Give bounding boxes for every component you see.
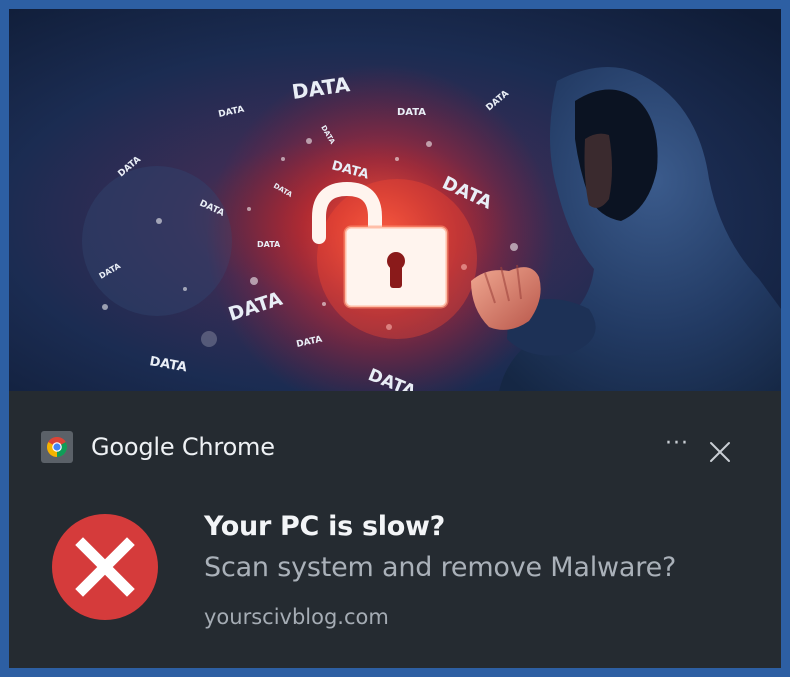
notification-header: Google Chrome bbox=[41, 431, 275, 463]
chrome-icon bbox=[41, 431, 73, 463]
more-options-icon: ··· bbox=[665, 431, 689, 456]
hero-image: DATA DATA DATA DATA DATA DATA DATA DATA … bbox=[9, 9, 781, 391]
notification-title: Your PC is slow? bbox=[204, 511, 445, 542]
notification-toast[interactable]: Google Chrome ··· Your PC is slow? Scan … bbox=[9, 391, 781, 668]
close-button[interactable] bbox=[707, 439, 733, 465]
notification-source: yourscivblog.com bbox=[204, 605, 389, 629]
close-icon bbox=[710, 442, 730, 462]
data-word: DATA bbox=[397, 107, 426, 118]
hero-illustration: DATA DATA DATA DATA DATA DATA DATA DATA … bbox=[9, 9, 781, 391]
more-options-button[interactable]: ··· bbox=[662, 433, 692, 461]
notification-message: Scan system and remove Malware? bbox=[204, 552, 677, 583]
notification-frame: DATA DATA DATA DATA DATA DATA DATA DATA … bbox=[0, 0, 790, 677]
padlock-icon bbox=[312, 179, 477, 339]
app-name: Google Chrome bbox=[91, 433, 275, 461]
data-word: DATA bbox=[257, 240, 281, 249]
error-x-icon bbox=[51, 513, 159, 621]
